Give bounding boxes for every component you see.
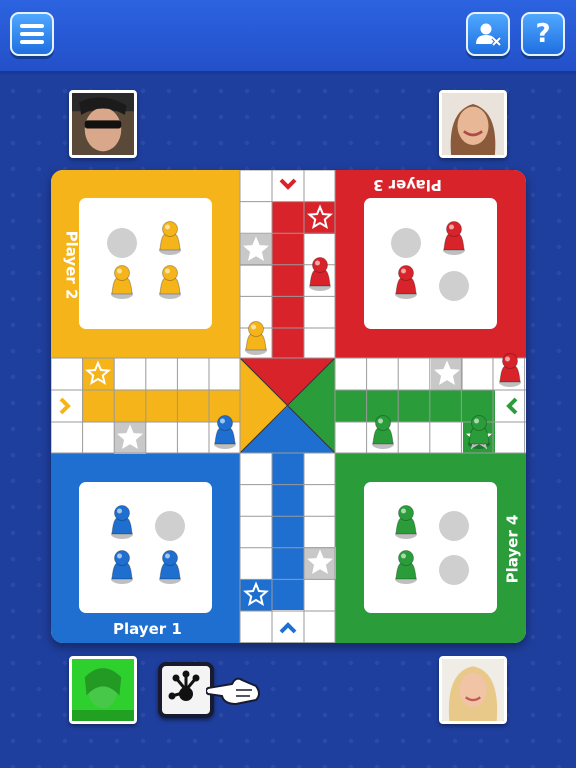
empty-home-slot [107, 228, 137, 258]
empty-home-slot [439, 511, 469, 541]
red-pawn[interactable] [309, 257, 331, 292]
blue-entry-arrow-icon [279, 622, 297, 634]
avatar-player-1[interactable] [69, 656, 137, 724]
ludo-board: Player 1 Player 2 Player 3 Player 4 [51, 170, 526, 643]
yellow-pawn[interactable] [245, 321, 267, 356]
board-grid [51, 170, 526, 643]
yellow-entry-arrow-icon [59, 397, 71, 415]
red-pawn[interactable] [499, 353, 521, 388]
empty-home-slot [391, 228, 421, 258]
help-icon: ? [535, 19, 551, 49]
avatar-player-2[interactable] [69, 90, 137, 158]
avatar-player-3[interactable] [439, 90, 507, 158]
avatar-player-4[interactable] [439, 656, 507, 724]
menu-button[interactable] [10, 12, 54, 56]
user-remove-icon [476, 23, 502, 47]
help-button[interactable]: ? [521, 12, 565, 56]
player-photo [442, 659, 504, 721]
friends-button[interactable] [466, 12, 510, 56]
player-photo [442, 93, 504, 155]
player-1-label: Player 1 [113, 620, 182, 638]
red-entry-arrow-icon [279, 178, 297, 190]
player-photo [72, 93, 134, 155]
empty-home-slot [439, 555, 469, 585]
frog-paw-dice-icon [168, 670, 200, 701]
green-entry-arrow-icon [506, 397, 518, 415]
player-3-label: Player 3 [373, 176, 442, 194]
hamburger-menu-icon [20, 24, 44, 44]
empty-home-slot [155, 511, 185, 541]
player-photo [72, 659, 134, 721]
pointing-hand-icon [206, 677, 260, 706]
empty-home-slot [439, 271, 469, 301]
player-4-label: Player 4 [503, 514, 522, 584]
player-2-label: Player 2 [62, 230, 81, 300]
